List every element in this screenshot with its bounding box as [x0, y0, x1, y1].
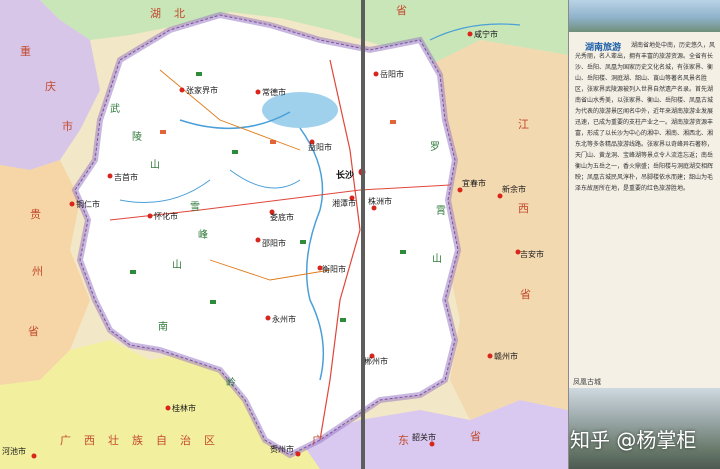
city-label-zhuzhou: 株洲市: [368, 196, 392, 206]
label-guangxi: 广 西 壮 族 自 治 区: [60, 433, 216, 447]
label-luoxiao-2: 霄: [436, 205, 446, 217]
city-label-chenzhou: 郴州市: [364, 356, 388, 366]
panel-photo-caption: 凤凰古城: [573, 378, 601, 386]
city-marker-icon: [467, 31, 473, 37]
city-label-jishou: 吉首市: [114, 172, 138, 182]
scenic-marker-icon: [400, 250, 406, 254]
city-label-jian: 吉安市: [520, 249, 544, 259]
label-chongqing-2: 庆: [45, 79, 57, 93]
city-marker-icon: [295, 451, 301, 457]
label-sheng-top: 省: [396, 4, 408, 17]
city-marker-icon: [497, 193, 503, 199]
city-marker-icon: [487, 353, 493, 359]
city-label-yiyang: 益阳市: [308, 142, 332, 152]
city-marker-icon: [107, 173, 113, 179]
label-wuling-2: 陵: [132, 131, 142, 143]
city-label-yongzhou: 永州市: [272, 314, 296, 324]
city-label-xiangtan: 湘潭市: [332, 198, 356, 208]
label-jiangxi-1: 江: [518, 118, 530, 131]
label-guizhou-2: 州: [32, 265, 44, 278]
city-marker-icon: [255, 89, 261, 95]
label-xuefeng-2: 峰: [198, 229, 208, 241]
city-marker-icon: [373, 71, 379, 77]
city-marker-icon: [147, 213, 153, 219]
label-xuefeng-1: 雪: [190, 201, 200, 213]
panel-photo-skyline: [569, 0, 720, 32]
panel-title: 湖南旅游: [585, 43, 622, 53]
city-marker-icon: [69, 201, 75, 207]
label-guangdong-2: 东: [398, 434, 410, 447]
city-label-tongren: 铜仁市: [76, 199, 100, 209]
city-marker-icon: [429, 441, 435, 447]
city-label-shaoguan: 韶关市: [412, 432, 436, 442]
book-spine: [361, 0, 365, 469]
scenic-marker-icon: [300, 240, 306, 244]
city-label-loudi: 娄底市: [270, 212, 294, 222]
label-chongqing-1: 重: [20, 44, 32, 58]
scenic-marker-icon: [210, 300, 216, 304]
label-luoxiao-1: 罗: [430, 141, 440, 153]
tourism-side-panel: 湖南省地处中南，历史悠久，风光秀丽，名人辈出，拥有丰富的旅游资源。全省有长沙、岳…: [568, 0, 720, 469]
scenic-marker-icon: [196, 72, 202, 76]
label-wuling-3: 山: [150, 159, 160, 171]
city-label-guilin: 桂林市: [172, 403, 196, 413]
map-stage: 湖 北 省 重 庆 市 贵 州 省 江 西 省 广 西 壮 族 自 治 区 广 …: [0, 0, 720, 469]
scenic-marker-icon: [130, 270, 136, 274]
city-marker-icon: [165, 405, 171, 411]
city-marker-icon: [371, 205, 377, 211]
label-guangdong-1: 广: [312, 434, 324, 447]
city-label-changsha: 长沙: [336, 169, 354, 181]
label-nanling-1: 南: [158, 320, 168, 333]
label-guangdong-3: 省: [470, 430, 482, 443]
scenic-marker-icon: [232, 150, 238, 154]
city-label-hezhou: 贺州市: [270, 444, 294, 454]
scenic-marker-icon: [270, 140, 276, 144]
city-label-changde: 常德市: [262, 87, 286, 97]
scenic-marker-icon: [390, 120, 396, 124]
city-label-xinyu: 新余市: [502, 184, 526, 194]
city-label-zhangjiajie: 张家界市: [186, 85, 218, 95]
city-zhangjiajie[interactable]: 张家界市: [179, 85, 219, 95]
label-nanling-2: 岭: [226, 376, 236, 389]
city-label-hechi: 河池市: [2, 446, 26, 456]
city-marker-icon: [255, 237, 261, 243]
city-label-shaoyang: 邵阳市: [262, 238, 286, 248]
label-guizhou-3: 省: [28, 325, 40, 338]
watermark: 知乎 @杨掌柜: [570, 428, 697, 452]
city-label-xianning: 咸宁市: [474, 29, 498, 39]
city-marker-icon: [265, 315, 271, 321]
city-label-ganzhou: 赣州市: [494, 351, 518, 361]
panel-body-text: 湖南省地处中南，历史悠久，风光秀丽，名人辈出，拥有丰富的旅游资源。全省有长沙、岳…: [575, 42, 716, 192]
label-xuefeng-3: 山: [172, 259, 182, 271]
city-marker-icon: [179, 87, 185, 93]
city-label-huaihua: 怀化市: [154, 211, 178, 221]
label-jiangxi-2: 西: [518, 202, 530, 215]
label-chongqing-3: 市: [62, 119, 74, 133]
city-label-yueyang: 岳阳市: [380, 69, 404, 79]
label-wuling-1: 武: [110, 102, 120, 115]
label-hubei: 湖 北: [150, 7, 186, 20]
city-jian[interactable]: 吉安市: [515, 249, 545, 259]
scenic-marker-icon: [160, 130, 166, 134]
city-label-hengyang: 衡阳市: [322, 264, 346, 274]
label-guizhou-1: 贵: [30, 208, 42, 221]
city-marker-icon: [457, 187, 463, 193]
label-luoxiao-3: 山: [432, 253, 442, 265]
dongting-lake: [262, 92, 338, 128]
city-hengyang[interactable]: 衡阳市: [317, 264, 347, 274]
city-marker-icon: [31, 453, 37, 459]
scenic-marker-icon: [340, 318, 346, 322]
city-label-yichun: 宜春市: [462, 178, 486, 188]
label-jiangxi-3: 省: [520, 288, 532, 301]
